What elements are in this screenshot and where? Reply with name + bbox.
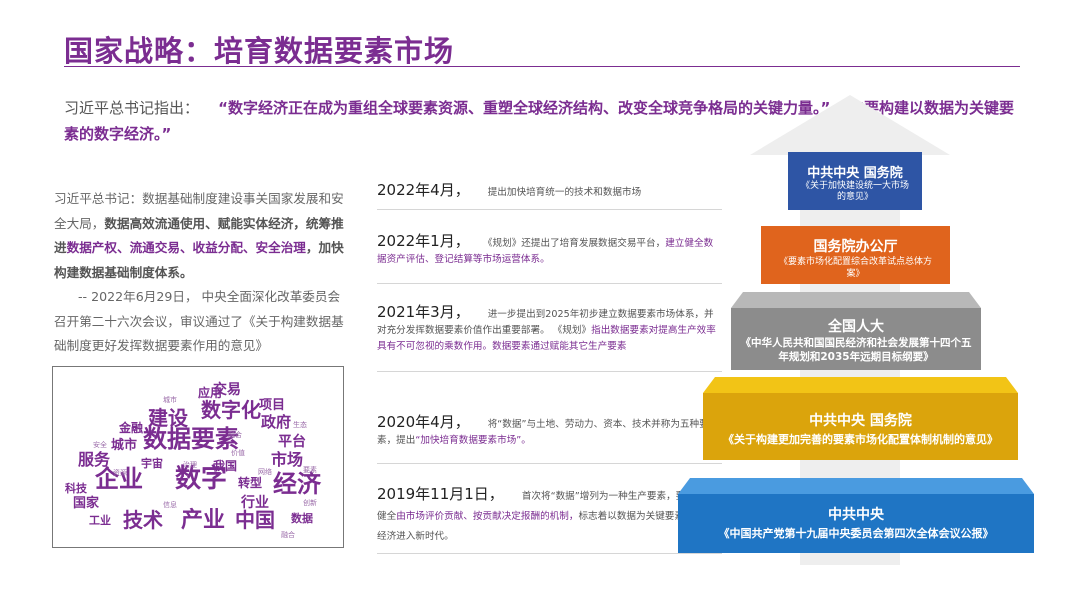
wc-word: 城市	[163, 395, 177, 404]
wc-word: 治理	[183, 460, 197, 469]
tier-org: 中共中央 国务院	[807, 166, 903, 181]
timeline-item: 2021年3月， 进一步提出到2025年初步建立数据要素市场体系，并对充分发挥数据…	[377, 300, 722, 372]
tier-org: 中共中央 国务院	[809, 413, 912, 429]
timeline-text: 《规划》还提出了培育发展数据交易平台，	[487, 238, 666, 249]
left-text-highlight: 数据产权、流通交易、收益分配、安全治理	[66, 240, 306, 255]
timeline-item: 2022年1月， 《规划》还提出了培育发展数据交易平台，建立健全数据资产评估、登记…	[377, 228, 722, 284]
word-cloud-image: 企业 数字 数据要素 经济 产业 中国 技术 建设 数字化 服务 市场 政府 交…	[52, 366, 344, 548]
pyramid-tier-2: 国务院办公厅 《要素市场化配置综合改革试点总体方案》	[761, 226, 950, 284]
wc-word: 经济	[273, 470, 322, 498]
timeline-date: 2022年1月，	[377, 232, 470, 250]
left-text-source: -- 2022年6月29日， 中央全面深化改革委员会召开第二十六次会议，审议通过…	[54, 289, 344, 353]
wc-word: 生态	[293, 420, 307, 429]
wc-word: 服务	[78, 450, 111, 469]
tier-doc: 《中国共产党第十九届中央委员会第四次全体会议公报》	[718, 527, 994, 540]
wc-word: 金融	[118, 420, 143, 435]
wc-word: 融合	[228, 430, 242, 439]
wc-word: 建设	[148, 406, 188, 430]
timeline-item: 2022年4月， 提出加快培育统一的技术和数据市场	[377, 182, 722, 210]
tier-doc: 《关于构建更加完善的要素市场化配置体制机制的意见》	[723, 433, 998, 446]
wc-word: 我国	[213, 458, 237, 473]
wc-word: 项目	[259, 398, 285, 413]
quote-text-1: “数字经济正在成为重组全球要素资源、重塑全球经济结构、改变全球竞争格局的关键力量…	[218, 99, 831, 117]
wc-word: 数据	[291, 511, 313, 525]
wc-word: 信息	[163, 500, 177, 509]
wc-word: 市场	[271, 450, 303, 469]
wc-word: 资源	[113, 468, 127, 477]
wc-word: 中国	[235, 508, 275, 532]
left-commentary: 习近平总书记：数据基础制度建设事关国家发展和安全大局，数据高效流通使用、赋能实体…	[54, 187, 344, 359]
wc-word: 创新	[303, 498, 317, 507]
quote-speaker: 习近平总书记指出：	[64, 99, 200, 117]
tier-org: 中共中央	[828, 507, 884, 523]
timeline-text-highlight: 由市场评价贡献、按贡献决定报酬的机制，	[396, 511, 579, 522]
wc-word: 工业	[89, 513, 111, 527]
wc-word: 宇宙	[141, 456, 163, 470]
wc-word: 平台	[278, 433, 306, 450]
tier-doc: 《关于加快建设统一大市场的意见》	[800, 181, 909, 202]
wc-word: 数字化	[201, 398, 261, 422]
wc-word: 融合	[281, 530, 295, 539]
wc-word: 政府	[261, 413, 291, 431]
wc-word: 产业	[181, 508, 225, 533]
policy-timeline: 2022年4月， 提出加快培育统一的技术和数据市场 2022年1月， 《规划》还提出…	[377, 182, 722, 562]
wc-word: 国家	[73, 495, 100, 511]
pyramid-tier-4: 中共中央 国务院 《关于构建更加完善的要素市场化配置体制机制的意见》	[703, 404, 1018, 454]
timeline-text: 提出加快培育统一的技术和数据市场	[487, 187, 642, 198]
tier-doc: 《要素市场化配置综合改革试点总体方案》	[778, 257, 932, 279]
timeline-date: 2022年4月，	[377, 181, 470, 199]
pyramid-tier-1: 中共中央 国务院 《关于加快建设统一大市场的意见》	[788, 152, 922, 210]
timeline-date: 2019年11月1日，	[377, 485, 504, 503]
wc-word: 安全	[93, 440, 107, 449]
wc-word: 技术	[123, 508, 163, 532]
wc-word: 行业	[240, 494, 269, 511]
tier-doc: 《中华人民共和国国民经济和社会发展第十四个五年规划和2035年远期目标纲要》	[740, 337, 972, 363]
timeline-item: 2020年4月， 将“数据”与土地、劳动力、资本、技术并称为五种要素，提出“加快培…	[377, 408, 722, 464]
timeline-date: 2020年4月，	[377, 413, 470, 431]
wc-word: 转型	[238, 475, 262, 490]
timeline-date: 2021年3月，	[377, 303, 470, 321]
timeline-text-highlight: “加快培育数据要素市场”。	[415, 435, 531, 446]
wc-word: 价值	[231, 448, 245, 457]
pyramid-tier-3: 全国人大 《中华人民共和国国民经济和社会发展第十四个五年规划和2035年远期目标…	[731, 310, 981, 368]
page-title: 国家战略：培育数据要素市场	[64, 34, 455, 68]
wc-word: 城市	[111, 437, 137, 453]
title-divider	[64, 66, 1020, 67]
wc-word: 应用	[198, 385, 222, 400]
tier-org: 国务院办公厅	[813, 239, 898, 255]
wc-word: 科技	[65, 481, 88, 495]
pyramid-tier-5: 中共中央 《中国共产党第十九届中央委员会第四次全体会议公报》	[678, 500, 1034, 550]
wc-word: 要素	[303, 465, 317, 474]
wc-word: 网络	[258, 467, 272, 476]
timeline-item: 2019年11月1日， 首次将“数据”增列为一种生产要素，要求建立健全由市场评价贡…	[377, 482, 722, 554]
tier-org: 全国人大	[828, 319, 884, 335]
